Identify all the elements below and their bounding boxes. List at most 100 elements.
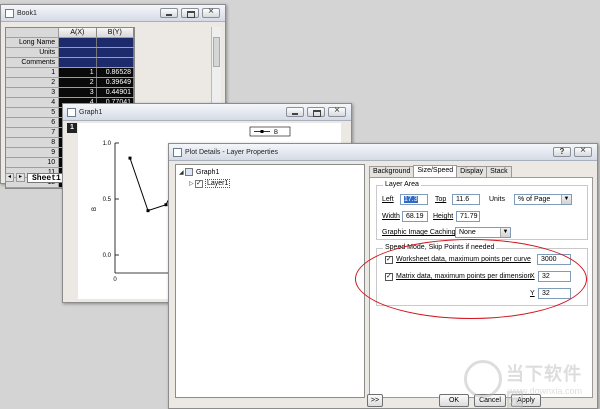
help-button[interactable]	[553, 147, 571, 157]
plot-details-titlebar[interactable]: Plot Details - Layer Properties	[169, 144, 597, 161]
speed-mode-title: Speed Mode, Skip Points if needed	[383, 244, 497, 251]
watermark-logo-icon	[464, 360, 502, 398]
layer-area-title: Layer Area	[383, 181, 421, 188]
row-header[interactable]: 1	[6, 68, 60, 77]
height-field[interactable]: 71.79	[456, 211, 480, 222]
row-header[interactable]: 7	[6, 128, 60, 137]
sheet-tab-sheet1[interactable]: Sheet1	[27, 172, 66, 183]
y-axis-title: B	[92, 207, 98, 211]
layer-tree[interactable]: ◢ Graph1 ▷ Layer1	[175, 164, 365, 398]
plot-details-title: Plot Details - Layer Properties	[185, 148, 278, 156]
chevron-down-icon[interactable]: ▼	[561, 195, 571, 204]
row-header[interactable]: 6	[6, 118, 60, 127]
tree-node-label: Graph1	[196, 168, 220, 176]
book1-title: Book1	[17, 9, 37, 17]
grid-corner[interactable]	[6, 28, 60, 37]
cell-a[interactable]: 2	[59, 78, 97, 87]
width-label: Width	[382, 213, 400, 220]
left-field[interactable]: 17.3	[400, 194, 428, 205]
row-header[interactable]: 4	[6, 98, 60, 107]
matrix-data-checkbox[interactable]	[385, 272, 393, 281]
cell-b[interactable]: 0.44901	[96, 88, 135, 97]
row-header[interactable]: 2	[6, 78, 60, 87]
ytick-label: 0.5	[103, 197, 112, 203]
watermark-text: 当下软件园	[506, 364, 582, 409]
ytick-label: 1.0	[103, 141, 112, 147]
row-header[interactable]: 10	[6, 158, 60, 167]
tree-node-layer1[interactable]: ▷ Layer1	[189, 179, 231, 188]
cell[interactable]	[96, 58, 135, 67]
tab-display[interactable]: Display	[456, 166, 488, 177]
column-header-b[interactable]: B(Y)	[96, 28, 135, 37]
data-point[interactable]	[128, 156, 132, 160]
book1-close-button[interactable]	[202, 6, 220, 18]
matrix-y-field[interactable]: 32	[538, 288, 571, 299]
column-header-a[interactable]: A(X)	[59, 28, 97, 37]
row-header[interactable]: 9	[6, 148, 60, 157]
graph1-titlebar[interactable]: Graph1	[63, 104, 351, 121]
graph-node-icon	[185, 168, 193, 176]
tree-node-graph1[interactable]: ◢ Graph1	[179, 168, 220, 176]
cell[interactable]	[96, 48, 135, 57]
row-header[interactable]: 3	[6, 88, 60, 97]
row-header[interactable]: 5	[6, 108, 60, 117]
data-point[interactable]	[146, 209, 150, 213]
legend-symbol	[260, 130, 264, 133]
cell[interactable]	[96, 38, 135, 47]
width-field[interactable]: 68.19	[402, 211, 428, 222]
row-header[interactable]: 8	[6, 138, 60, 147]
top-field[interactable]: 11.6	[452, 194, 480, 205]
graph-icon	[67, 107, 76, 117]
cell-b[interactable]: 0.39649	[96, 78, 135, 87]
expand-button[interactable]: >>	[367, 394, 383, 407]
cell-a[interactable]: 3	[59, 88, 97, 97]
tree-node-label: Layer1	[205, 179, 231, 188]
chevron-down-icon[interactable]: ▼	[500, 228, 510, 237]
caching-dropdown[interactable]: None ▼	[455, 227, 511, 238]
tab-size-speed[interactable]: Size/Speed	[413, 165, 458, 177]
dialog-close-button[interactable]	[574, 145, 592, 157]
worksheet-data-label: Worksheet data, maximum points per curve	[396, 256, 531, 263]
cell[interactable]	[59, 48, 97, 57]
row-header-long-name[interactable]: Long Name	[6, 38, 60, 47]
book1-titlebar[interactable]: Book1	[1, 5, 225, 22]
cell-b[interactable]: 0.86528	[96, 68, 135, 77]
tab-stack[interactable]: Stack	[486, 166, 512, 177]
xtick-label: 0	[113, 277, 117, 283]
book1-maximize-button[interactable]	[181, 8, 199, 18]
worksheet-data-checkbox[interactable]	[385, 255, 393, 264]
table-row[interactable]: 3 3 0.44901	[6, 88, 135, 98]
speed-mode-group: Speed Mode, Skip Points if needed Worksh…	[376, 244, 588, 306]
sheet-prev-button[interactable]: ◂	[5, 173, 14, 182]
workbook-icon	[5, 8, 14, 18]
layer-checkbox[interactable]	[195, 179, 203, 188]
graph1-maximize-button[interactable]	[307, 107, 325, 117]
matrix-data-label: Matrix data, maximum points per dimensio…	[396, 273, 532, 280]
graph1-minimize-button[interactable]	[286, 107, 304, 117]
table-row[interactable]: 1 1 0.86528	[6, 68, 135, 78]
graph1-close-button[interactable]	[328, 105, 346, 117]
graph1-title: Graph1	[79, 108, 103, 116]
cell[interactable]	[59, 38, 97, 47]
cell[interactable]	[59, 58, 97, 67]
book1-minimize-button[interactable]	[160, 8, 178, 18]
legend-label: B	[274, 130, 278, 136]
tab-background[interactable]: Background	[369, 166, 415, 177]
watermark-url: www.downxia.com	[508, 386, 583, 396]
left-label: Left	[382, 196, 394, 203]
matrix-x-field[interactable]: 32	[538, 271, 571, 282]
sheet-next-button[interactable]: ▸	[16, 173, 25, 182]
row-header-units[interactable]: Units	[6, 48, 60, 57]
layer-number-icon[interactable]: 1	[67, 123, 77, 133]
y-label: Y	[530, 290, 535, 297]
worksheet-max-points-field[interactable]: 3000	[537, 254, 571, 265]
dialog-icon	[173, 147, 182, 157]
row-header-comments[interactable]: Comments	[6, 58, 60, 67]
table-row[interactable]: 2 2 0.39649	[6, 78, 135, 88]
layer-area-group: Layer Area Left 17.3 Top 11.6 Units % of…	[376, 181, 588, 240]
ytick-label: 0.0	[103, 253, 112, 259]
cell-a[interactable]: 1	[59, 68, 97, 77]
scrollbar-thumb[interactable]	[213, 37, 220, 67]
units-dropdown[interactable]: % of Page ▼	[514, 194, 572, 205]
top-label: Top	[435, 196, 447, 203]
